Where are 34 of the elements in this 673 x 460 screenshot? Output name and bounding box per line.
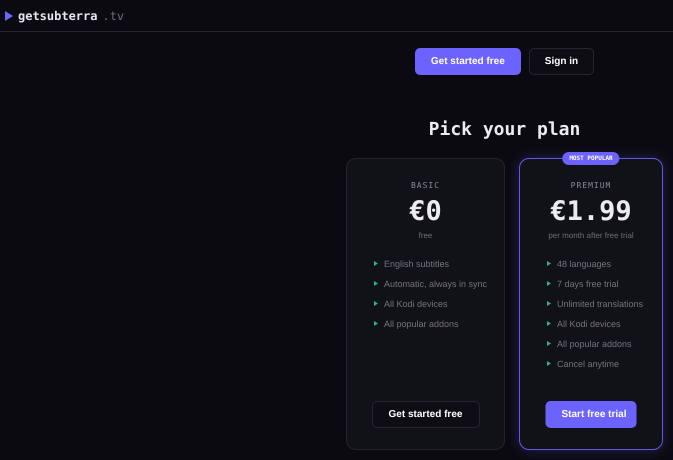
- get-started-button[interactable]: Get started free: [372, 401, 480, 428]
- bullet-icon: [547, 281, 551, 286]
- feature-text: Unlimited translations: [557, 298, 644, 308]
- plan-name: BASIC: [410, 181, 440, 190]
- domain-label: .tv: [102, 8, 124, 22]
- plan-price: €1.99: [550, 196, 632, 227]
- bullet-icon: [374, 261, 378, 266]
- price-period: per month after free trial: [548, 231, 634, 240]
- bullet-icon: [547, 321, 551, 326]
- feature-text: All popular addons: [384, 318, 459, 328]
- feature-text: All Kodi devices: [557, 318, 621, 328]
- page-title: Pick your plan: [428, 119, 580, 140]
- feature-text: 7 days free trial: [557, 278, 619, 288]
- bullet-icon: [374, 321, 378, 326]
- bullet-icon: [547, 261, 551, 266]
- bullet-icon: [374, 281, 378, 286]
- get-started-button[interactable]: Get started free: [414, 48, 521, 75]
- feature-text: 48 languages: [557, 258, 612, 268]
- feature-text: All popular addons: [557, 338, 632, 348]
- start-trial-button[interactable]: Start free trial: [546, 401, 636, 428]
- feature-text: English subtitles: [384, 258, 450, 268]
- sign-in-button[interactable]: Sign in: [528, 48, 594, 75]
- feature-text: Automatic, always in sync: [384, 278, 488, 288]
- bullet-icon: [547, 341, 551, 346]
- bullet-icon: [547, 361, 551, 366]
- bullet-icon: [547, 301, 551, 306]
- play-icon: [5, 10, 13, 20]
- site-logo[interactable]: getsubterra: [18, 8, 98, 22]
- feature-text: Cancel anytime: [557, 358, 620, 368]
- plan-price: €0: [409, 196, 442, 227]
- bullet-icon: [374, 301, 378, 306]
- price-period: free: [418, 231, 432, 240]
- feature-text: All Kodi devices: [384, 298, 448, 308]
- plan-name: PREMIUM: [570, 181, 612, 190]
